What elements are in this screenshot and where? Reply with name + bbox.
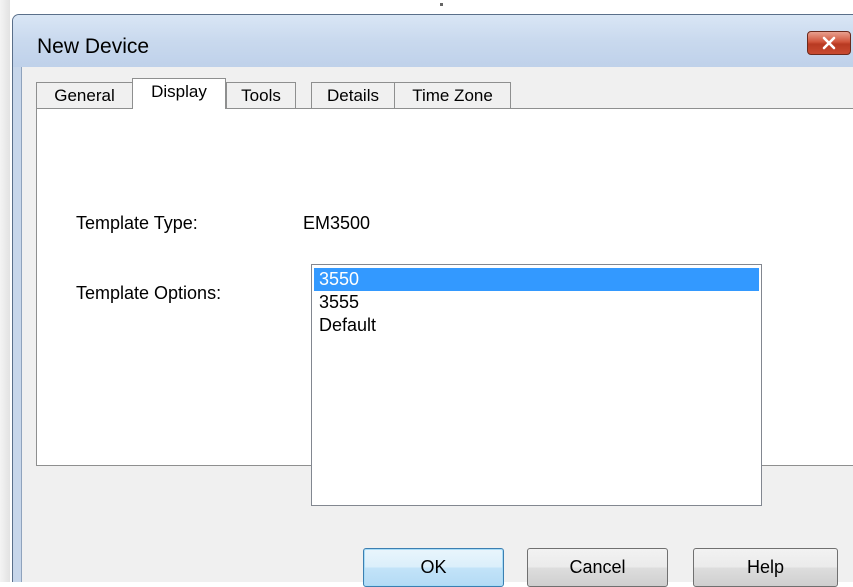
close-x-icon bbox=[822, 36, 836, 50]
template-type-value: EM3500 bbox=[303, 213, 371, 233]
ok-button-label: OK bbox=[420, 557, 447, 577]
tab-time-zone[interactable]: Time Zone bbox=[394, 82, 511, 108]
background-artifact bbox=[440, 3, 443, 6]
tab-tools-label: Tools bbox=[241, 85, 281, 105]
template-options-listbox[interactable]: 3550 3555 Default bbox=[311, 264, 762, 506]
title-bar[interactable]: New Device bbox=[13, 15, 853, 67]
list-item-3550[interactable]: 3550 bbox=[314, 268, 759, 291]
tab-time-zone-label: Time Zone bbox=[412, 85, 493, 105]
display-tab-panel: Template Type: EM3500 Template Options: … bbox=[36, 108, 853, 506]
tab-display-label: Display bbox=[151, 82, 207, 101]
desktop: New Device General Display Tools Details… bbox=[0, 0, 853, 587]
help-button-label: Help bbox=[746, 557, 785, 577]
help-button[interactable]: Help bbox=[693, 548, 838, 587]
list-item-3555[interactable]: 3555 bbox=[314, 291, 759, 314]
template-type-label: Template Type: bbox=[76, 213, 198, 233]
tab-tools[interactable]: Tools bbox=[226, 82, 296, 108]
close-button[interactable] bbox=[807, 31, 851, 55]
cancel-button[interactable]: Cancel bbox=[527, 548, 668, 587]
dialog-body: General Display Tools Details Time Zone … bbox=[21, 67, 853, 587]
template-options-label: Template Options: bbox=[76, 283, 222, 303]
new-device-dialog: New Device General Display Tools Details… bbox=[12, 14, 853, 587]
tab-details[interactable]: Details bbox=[311, 82, 395, 108]
tab-general[interactable]: General bbox=[36, 82, 133, 108]
ok-button[interactable]: OK bbox=[363, 548, 504, 587]
list-item-default[interactable]: Default bbox=[314, 314, 759, 337]
tab-display[interactable]: Display bbox=[132, 78, 226, 109]
tab-general-label: General bbox=[54, 85, 115, 105]
tab-details-label: Details bbox=[327, 85, 379, 105]
window-title: New Device bbox=[37, 35, 150, 58]
cancel-button-label: Cancel bbox=[569, 557, 626, 577]
background-window-edge bbox=[0, 0, 10, 582]
